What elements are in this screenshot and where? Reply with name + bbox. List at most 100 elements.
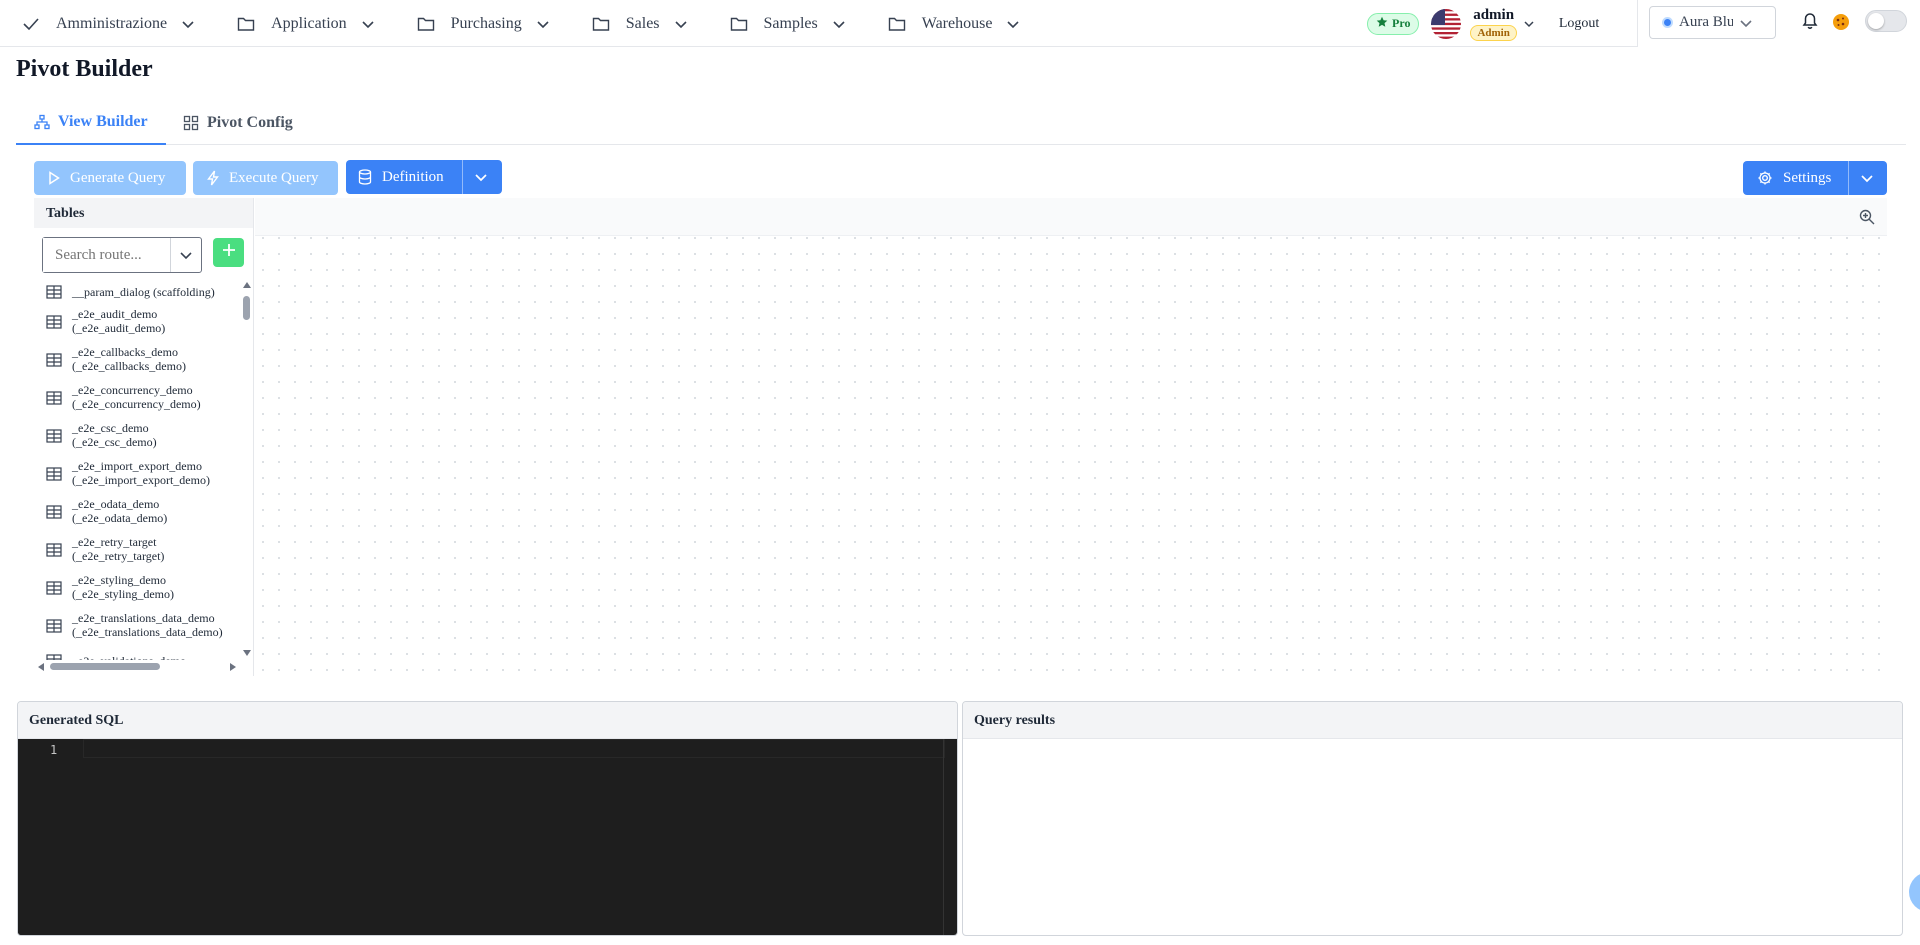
logout-link[interactable]: Logout (1559, 16, 1599, 32)
user-menu[interactable]: admin Admin (1470, 7, 1517, 41)
cookie-icon[interactable] (1831, 12, 1851, 37)
chevron-down-icon[interactable] (171, 238, 201, 272)
execute-query-button[interactable]: Execute Query (193, 161, 338, 195)
theme-color-dot (1662, 17, 1673, 28)
definition-split-button[interactable]: Definition (346, 160, 502, 194)
table-list-label: _e2e_concurrency_demo (_e2e_concurrency_d… (72, 383, 201, 411)
table-list-label: _e2e_audit_demo (_e2e_audit_demo) (72, 307, 165, 335)
tab-view-builder[interactable]: View Builder (16, 100, 166, 145)
table-icon (46, 353, 64, 370)
chevron-down-icon[interactable] (1523, 18, 1535, 30)
floating-action-button[interactable] (1909, 872, 1920, 912)
menu-amministrazione[interactable]: Amministrazione (22, 0, 195, 47)
gear-icon (1757, 170, 1773, 186)
chevron-down-icon (1006, 17, 1020, 31)
add-table-button[interactable] (213, 238, 244, 267)
generate-query-button[interactable]: Generate Query (34, 161, 186, 195)
table-list-item[interactable]: _e2e_concurrency_demo (_e2e_concurrency_d… (34, 383, 240, 421)
scroll-up-arrow-icon[interactable] (243, 282, 251, 288)
table-icon (46, 619, 64, 636)
bell-icon[interactable] (1801, 12, 1819, 35)
generated-sql-panel: Generated SQL 1 (17, 701, 958, 936)
menu-warehouse[interactable]: Warehouse (888, 0, 1021, 47)
table-alias: (_e2e_audit_demo) (72, 321, 166, 335)
scroll-down-arrow-icon[interactable] (243, 650, 251, 656)
menu-label: Amministrazione (56, 14, 168, 32)
table-icon (46, 467, 64, 484)
menu-application[interactable]: Application (237, 0, 375, 47)
table-list-label: __param_dialog (scaffolding) (72, 285, 215, 299)
folder-icon (592, 16, 610, 32)
table-list-label: _e2e_csc_demo (_e2e_csc_demo) (72, 421, 157, 449)
menu-label: Samples (763, 14, 818, 32)
tables-panel-title: Tables (34, 198, 253, 228)
grid-icon (183, 115, 199, 131)
main-menu: Amministrazione Application Purchasing S… (22, 0, 1062, 47)
route-search-input[interactable] (43, 238, 171, 272)
table-list-item[interactable]: _e2e_import_export_demo (_e2e_import_expo… (34, 459, 240, 497)
table-icon (46, 429, 64, 446)
table-alias: (_e2e_odata_demo) (72, 511, 168, 525)
button-label: Generate Query (70, 169, 166, 186)
table-list-item[interactable]: _e2e_callbacks_demo (_e2e_callbacks_demo) (34, 345, 240, 383)
theme-select[interactable]: Aura Blue (1649, 6, 1776, 39)
pro-label: Pro (1392, 16, 1411, 30)
us-flag-icon[interactable] (1431, 8, 1462, 39)
button-label: Definition (382, 168, 444, 185)
query-results-title: Query results (963, 702, 1902, 739)
chevron-down-icon (1739, 16, 1753, 30)
table-list-item[interactable]: _e2e_retry_target (_e2e_retry_target) (34, 535, 240, 573)
table-icon (46, 285, 64, 302)
folder-icon (888, 16, 906, 32)
chevron-down-icon (832, 17, 846, 31)
zoom-in-icon[interactable] (1859, 209, 1875, 230)
route-search-combobox[interactable] (42, 237, 202, 273)
menu-samples[interactable]: Samples (730, 0, 846, 47)
table-list-item[interactable]: _e2e_odata_demo (_e2e_odata_demo) (34, 497, 240, 535)
tables-list-scrollbar[interactable] (240, 280, 252, 658)
database-icon (358, 169, 372, 185)
utility-bar: Aura Blue (1642, 0, 1920, 47)
table-list-item[interactable]: __param_dialog (scaffolding) (34, 280, 240, 307)
table-icon (46, 315, 64, 332)
menu-sales[interactable]: Sales (592, 0, 688, 47)
table-alias: (_e2e_import_export_demo) (72, 473, 210, 487)
button-label: Settings (1783, 169, 1832, 186)
editor-scrollbar[interactable] (943, 739, 957, 935)
table-list-item[interactable]: _e2e_csc_demo (_e2e_csc_demo) (34, 421, 240, 459)
table-list-label: _e2e_import_export_demo (_e2e_import_expo… (72, 459, 210, 487)
table-alias: (_e2e_csc_demo) (72, 435, 157, 449)
top-navbar: Amministrazione Application Purchasing S… (0, 0, 1638, 47)
chevron-down-icon[interactable] (474, 170, 488, 184)
tab-pivot-config[interactable]: Pivot Config (183, 100, 293, 145)
dark-mode-toggle[interactable] (1865, 10, 1907, 32)
query-builder-canvas[interactable] (255, 198, 1887, 672)
scrollbar-thumb[interactable] (243, 296, 250, 320)
table-name: _e2e_audit_demo (72, 307, 158, 321)
scroll-right-arrow-icon[interactable] (230, 663, 236, 671)
table-icon (46, 505, 64, 522)
table-list-item[interactable]: _e2e_audit_demo (_e2e_audit_demo) (34, 307, 240, 345)
table-icon (46, 391, 64, 408)
sql-editor[interactable]: 1 (18, 739, 957, 935)
table-name: _e2e_styling_demo (72, 573, 166, 587)
chevron-down-icon[interactable] (1860, 171, 1874, 185)
page-title: Pivot Builder (16, 56, 153, 82)
table-list-item[interactable]: _e2e_styling_demo (_e2e_styling_demo) (34, 573, 240, 611)
menu-label: Warehouse (921, 14, 993, 32)
table-icon (46, 581, 64, 598)
tables-panel: Tables __param_dialog (scaffolding) _e2e_… (34, 198, 254, 676)
query-results-panel: Query results (962, 701, 1903, 936)
table-name: _e2e_retry_target (72, 535, 157, 549)
scrollbar-thumb[interactable] (50, 663, 160, 670)
table-list-item[interactable]: _e2e_translations_data_demo (_e2e_transla… (34, 611, 240, 649)
menu-label: Purchasing (450, 14, 522, 32)
table-list-label: _e2e_callbacks_demo (_e2e_callbacks_demo) (72, 345, 186, 373)
table-list-item[interactable]: _e2e_validations_demo (34, 649, 240, 660)
table-alias: (_e2e_styling_demo) (72, 587, 174, 601)
menu-purchasing[interactable]: Purchasing (417, 0, 550, 47)
table-name: _e2e_import_export_demo (72, 459, 202, 473)
tables-list-hscrollbar[interactable] (34, 660, 240, 674)
settings-split-button[interactable]: Settings (1743, 161, 1887, 195)
scroll-left-arrow-icon[interactable] (38, 663, 44, 671)
